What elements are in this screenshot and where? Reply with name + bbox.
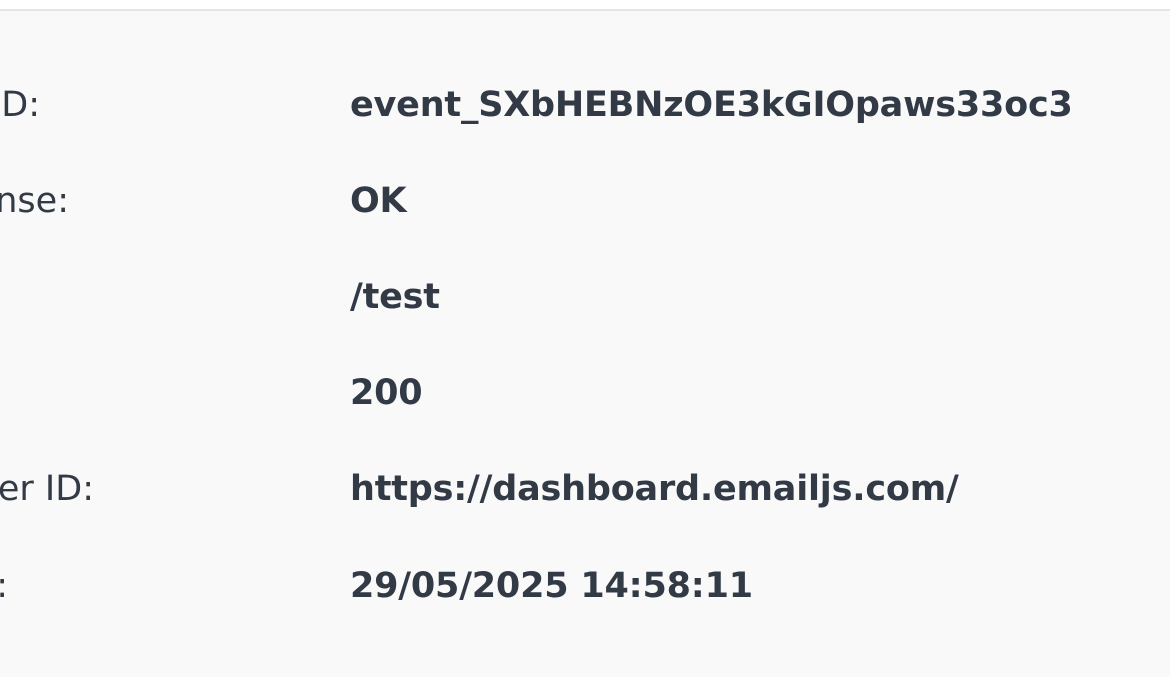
detail-row-path: /test — [0, 267, 1170, 327]
top-divider — [0, 0, 1170, 11]
detail-row-event-id: D: event_SXbHEBNzOE3kGIOpaws33oc3 — [0, 75, 1170, 135]
detail-label: D: — [1, 85, 40, 125]
detail-value: OK — [350, 181, 407, 221]
detail-value: https://dashboard.emailjs.com/ — [350, 469, 959, 509]
detail-label: er ID: — [0, 469, 94, 509]
detail-value: event_SXbHEBNzOE3kGIOpaws33oc3 — [350, 85, 1073, 125]
detail-value: 29/05/2025 14:58:11 — [350, 566, 753, 606]
detail-label: : — [0, 556, 8, 616]
detail-value: /test — [350, 277, 440, 317]
detail-label: nse: — [0, 181, 69, 221]
detail-row-response: nse: OK — [0, 171, 1170, 231]
detail-row-timestamp: : 29/05/2025 14:58:11 — [0, 556, 1170, 616]
event-details-panel: D: event_SXbHEBNzOE3kGIOpaws33oc3 nse: O… — [0, 11, 1170, 677]
detail-row-referrer-id: er ID: https://dashboard.emailjs.com/ — [0, 459, 1170, 519]
detail-row-status: 200 — [0, 363, 1170, 423]
detail-value: 200 — [350, 373, 423, 413]
